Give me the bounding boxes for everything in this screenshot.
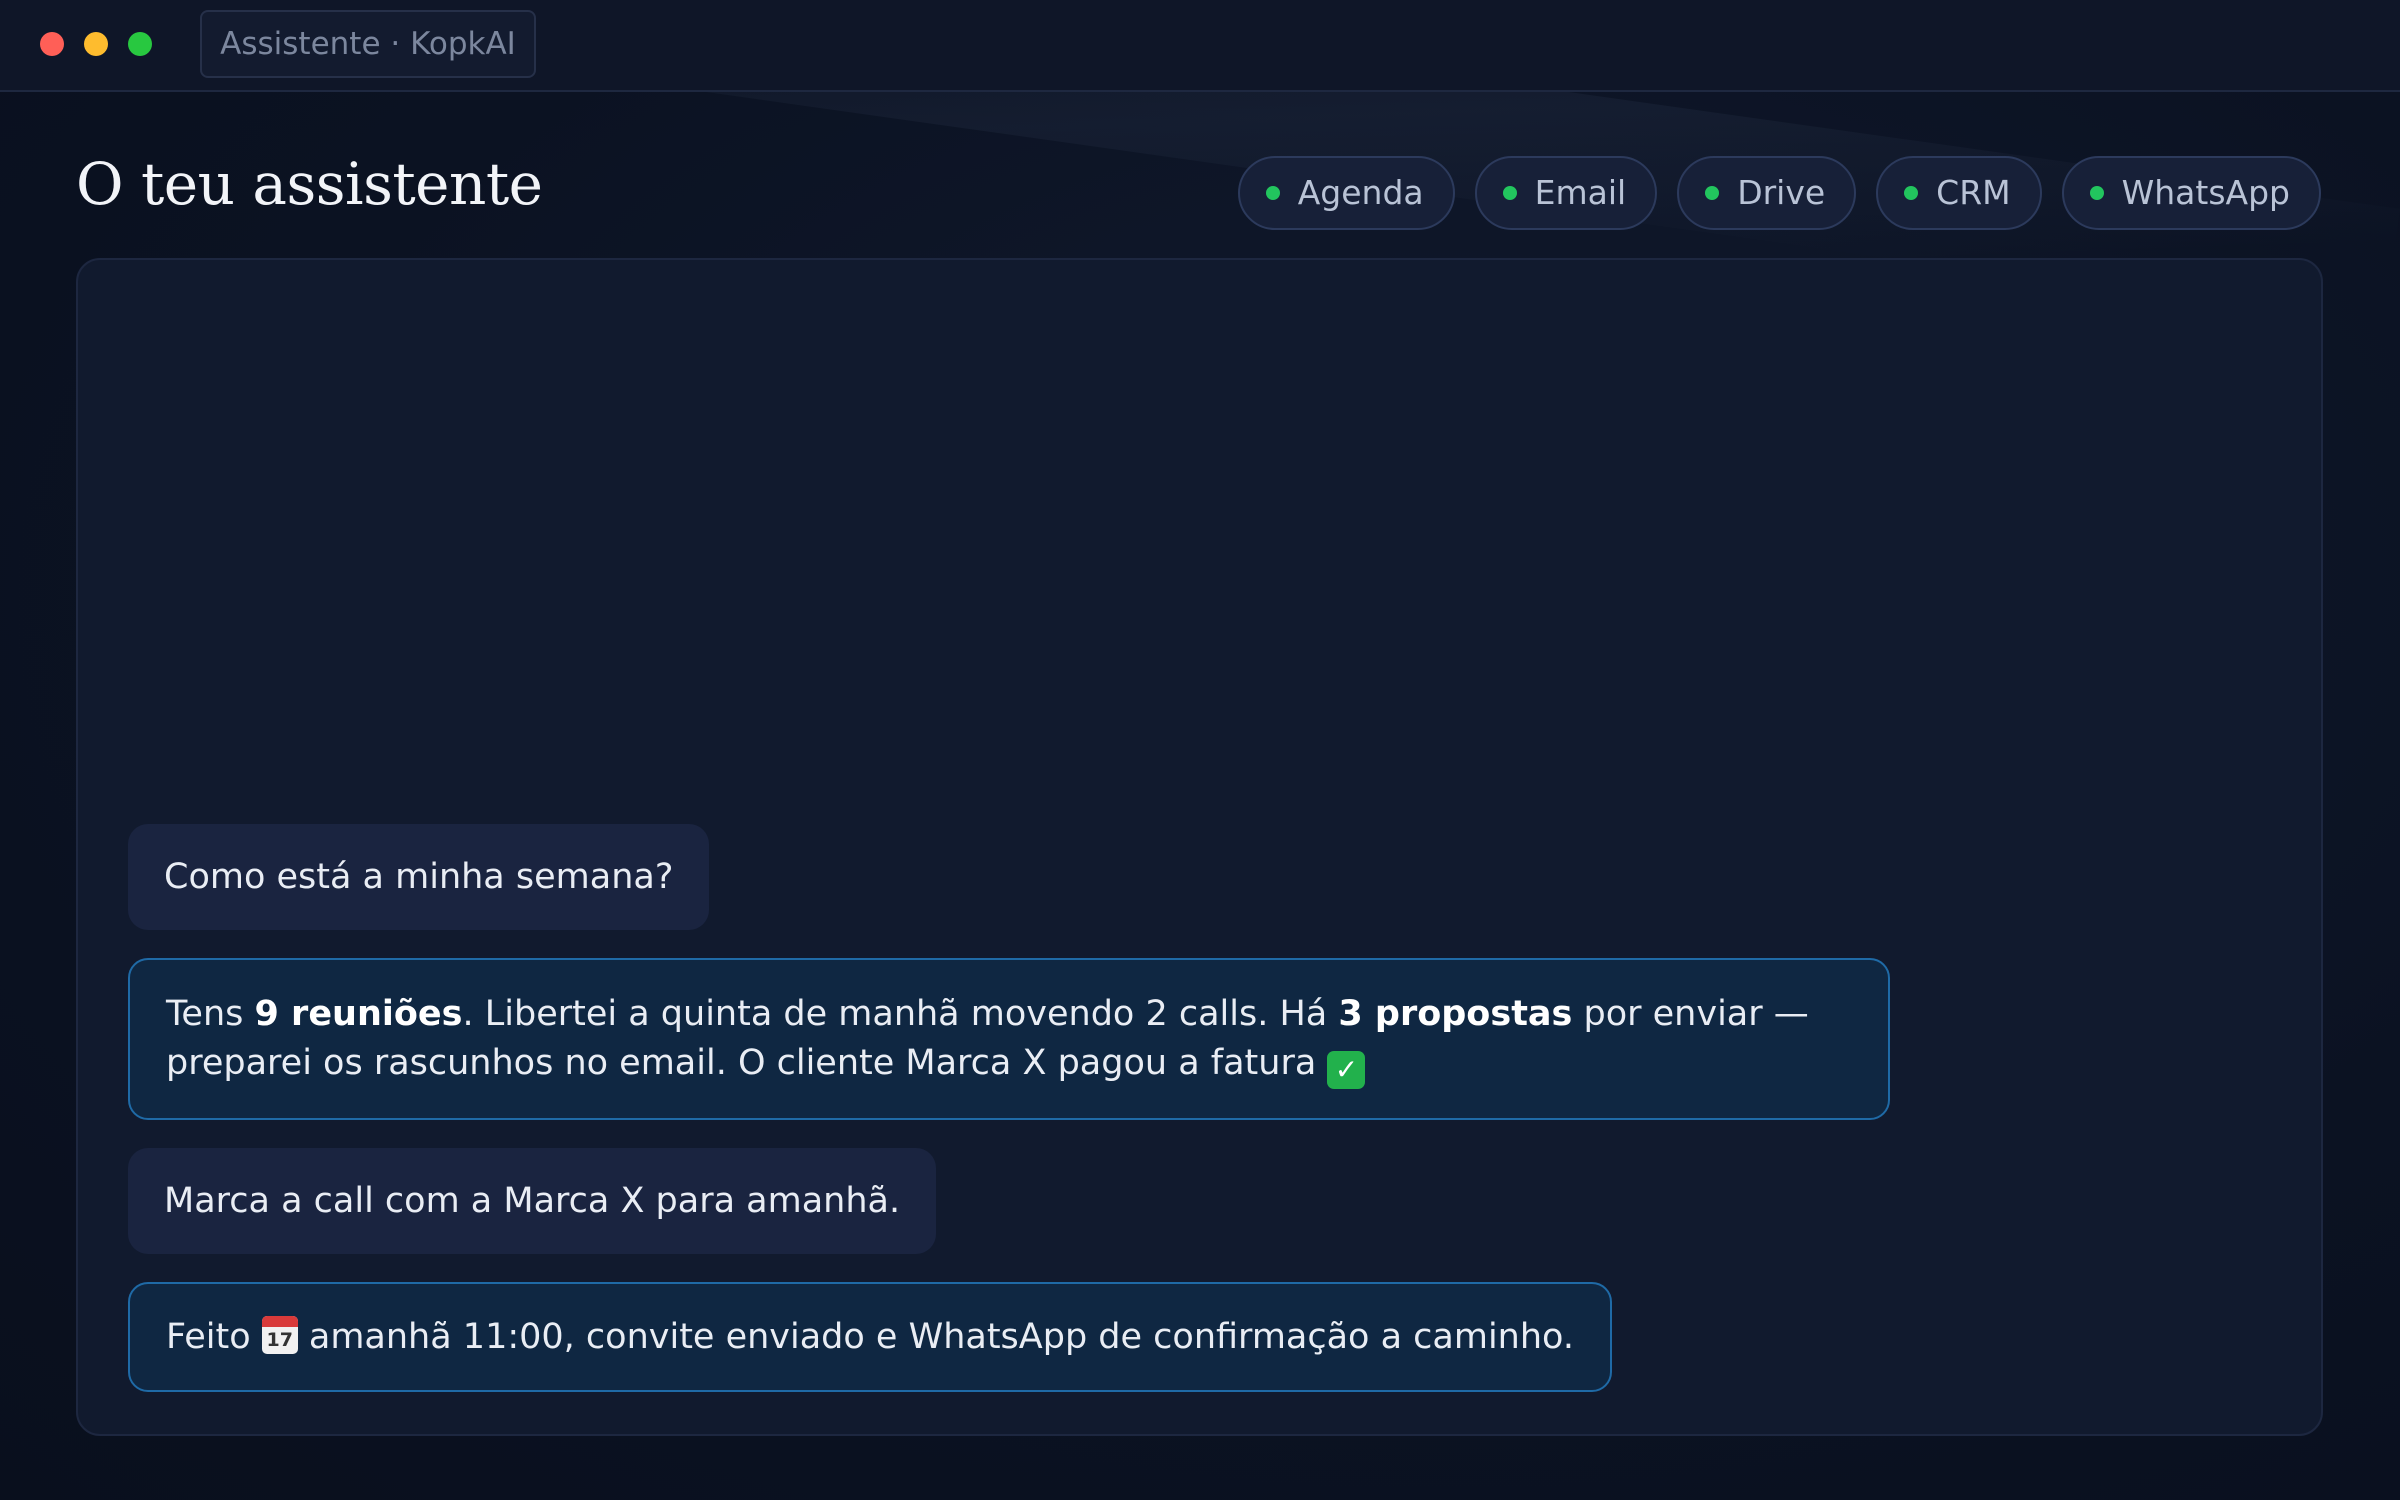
integration-chip-whatsapp[interactable]: WhatsApp (2061, 156, 2321, 230)
integration-label: CRM (1936, 173, 2011, 212)
message-bold-text: 9 reuniões (254, 994, 463, 1034)
message-text: Feito (166, 1317, 262, 1357)
status-dot-icon (1265, 186, 1280, 200)
status-dot-icon (1705, 186, 1720, 200)
chat-panel: Como está a minha semana? Tens 9 reuniõe… (76, 258, 2323, 1436)
message-text: . Libertei a quinta de manhã movendo 2 c… (462, 994, 1339, 1034)
status-dot-icon (2089, 186, 2104, 200)
check-mark-icon: ✓ (1327, 1051, 1366, 1089)
app-window: Assistente · KopkAI O teu assistente Age… (0, 0, 2400, 1500)
user-message: Como está a minha semana? (128, 824, 710, 930)
title-bar: Assistente · KopkAI (0, 0, 2400, 92)
message-bold-text: 3 propostas (1338, 994, 1573, 1034)
window-tab[interactable]: Assistente · KopkAI (200, 10, 536, 78)
minimize-window-button[interactable] (84, 32, 108, 56)
calendar-day: 17 (266, 1329, 293, 1351)
message-text: amanhã 11:00, convite enviado e WhatsApp… (297, 1317, 1574, 1357)
calendar-icon: 17 (261, 1316, 298, 1354)
integration-chip-agenda[interactable]: Agenda (1237, 156, 1455, 230)
integration-label: Agenda (1297, 173, 1424, 212)
integration-chip-drive[interactable]: Drive (1677, 156, 1857, 230)
close-window-button[interactable] (40, 32, 64, 56)
integration-chip-email[interactable]: Email (1474, 156, 1658, 230)
status-dot-icon (1904, 186, 1919, 200)
integration-label: WhatsApp (2121, 173, 2290, 212)
assistant-message: Tens 9 reuniões. Libertei a quinta de ma… (128, 958, 1890, 1120)
integration-label: Email (1534, 173, 1627, 212)
integration-chip-crm[interactable]: CRM (1876, 156, 2042, 230)
maximize-window-button[interactable] (128, 32, 152, 56)
status-dot-icon (1502, 186, 1517, 200)
page-title: O teu assistente (76, 150, 543, 218)
user-message: Marca a call com a Marca X para amanhã. (128, 1148, 937, 1254)
integrations-bar: Agenda Email Drive CRM WhatsApp (1237, 156, 2321, 230)
assistant-message: Feito 17 amanhã 11:00, convite enviado e… (128, 1282, 1612, 1392)
integration-label: Drive (1737, 173, 1826, 212)
message-text: Tens (166, 994, 255, 1034)
